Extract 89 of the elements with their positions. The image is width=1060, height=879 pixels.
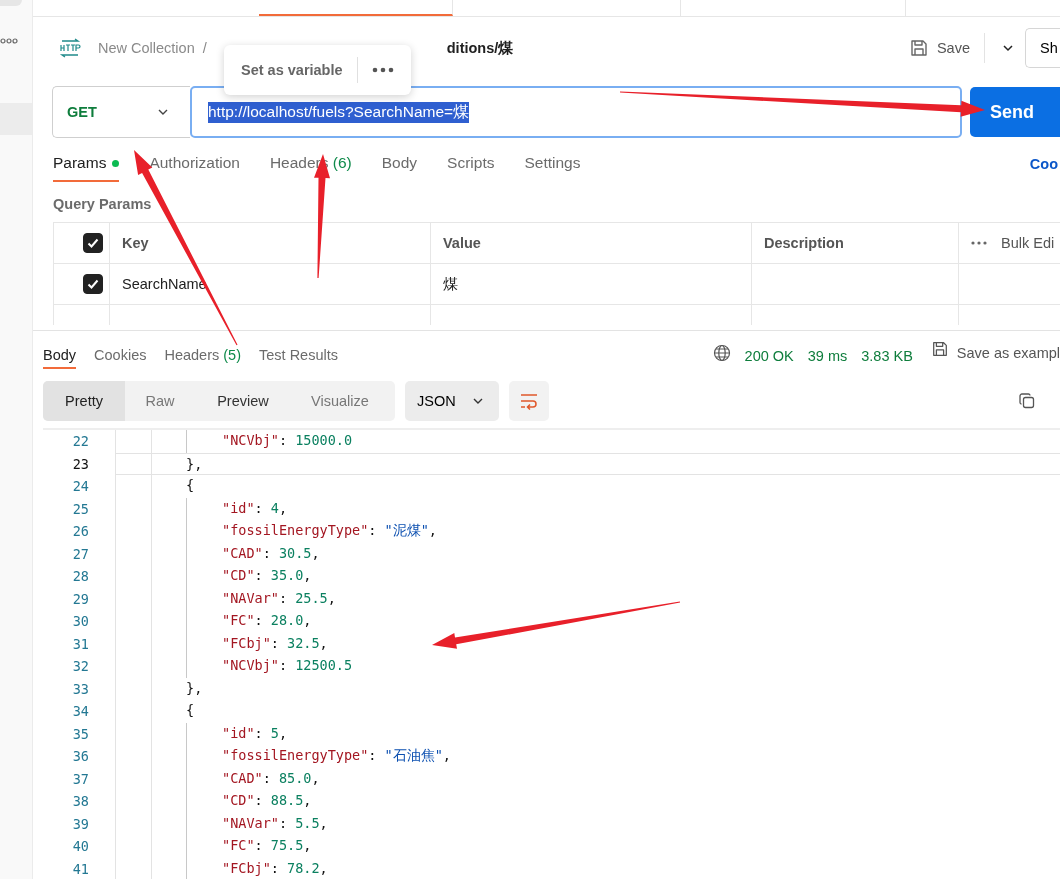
code-link[interactable]: Coo [1029, 156, 1058, 182]
view-tab[interactable]: Preview [195, 381, 291, 421]
copy-icon[interactable] [1018, 392, 1036, 410]
line-number: 28 [71, 567, 90, 586]
method-select[interactable]: GET [52, 86, 190, 138]
code-line: "id": 5, [222, 723, 288, 743]
code-line: { [186, 701, 195, 720]
line-number: 41 [71, 859, 90, 879]
save-label: Save [936, 40, 970, 56]
breadcrumb-separator: / [202, 40, 207, 56]
line-number: 29 [71, 589, 90, 609]
bulk-edit-link[interactable]: Bulk Edi [1001, 235, 1055, 251]
line-number: 37 [71, 769, 90, 789]
code-line: }, [186, 454, 203, 474]
line-number: 40 [71, 837, 90, 856]
line-number: 22 [71, 432, 90, 451]
column-header: Value [431, 223, 752, 263]
collection-link[interactable]: New Collection [98, 40, 195, 56]
tab[interactable]: Test Results [259, 347, 338, 369]
tab[interactable]: Headers (5) [164, 347, 241, 369]
code-line: "NCVbj": 12500.5 [222, 656, 353, 675]
code-line: "FC": 28.0, [222, 611, 312, 630]
line-number: 38 [71, 792, 90, 811]
more-icon[interactable] [0, 38, 18, 44]
save-as-example-label: Save as exampl [956, 344, 1060, 361]
wrap-icon [519, 392, 539, 410]
code-line: "FC": 75.5, [222, 836, 312, 855]
tab[interactable]: Body [381, 154, 418, 182]
line-number: 33 [71, 679, 90, 699]
status-code[interactable]: 200 OK [744, 348, 794, 369]
code-line: "CAD": 85.0, [222, 768, 320, 788]
more-icon[interactable] [971, 241, 987, 245]
wrap-button[interactable] [509, 381, 549, 421]
send-button[interactable]: Send [970, 87, 1060, 137]
checkbox[interactable] [82, 233, 103, 253]
save-icon [908, 38, 929, 58]
response-size[interactable]: 3.83 KB [861, 348, 913, 369]
line-number: 36 [71, 747, 90, 766]
code-line: "NAVar": 5.5, [222, 813, 328, 833]
save-as-example-button[interactable]: Save as exampl [930, 340, 1060, 369]
tab[interactable]: Authorization [149, 154, 240, 182]
code-line: { [186, 476, 195, 495]
globe-icon[interactable] [712, 344, 731, 362]
line-number: 23 [71, 454, 90, 474]
column-header: Description [752, 223, 959, 263]
response-time[interactable]: 39 ms [807, 348, 848, 369]
code-line: "fossilEnergyType": "泥煤", [222, 521, 437, 540]
tab[interactable]: Cookies [94, 347, 147, 369]
line-number: 39 [71, 814, 90, 834]
code-line: "NCVbj": 15000.0 [222, 431, 353, 450]
format-select[interactable]: JSON [405, 381, 499, 421]
tab[interactable]: Scripts [447, 154, 495, 182]
section-title: Query Params [52, 195, 153, 214]
checkbox[interactable] [82, 274, 103, 294]
line-number: 32 [71, 657, 90, 676]
line-number: 27 [71, 544, 90, 564]
table-cell: 煤 [431, 264, 752, 304]
code-line: }, [186, 678, 203, 698]
line-number: 26 [71, 522, 90, 541]
code-line: "CAD": 30.5, [222, 543, 320, 563]
line-number: 34 [71, 702, 90, 721]
more-icon[interactable] [371, 67, 394, 73]
line-number: 35 [71, 724, 90, 744]
code-line: "fossilEnergyType": "石油焦", [222, 746, 451, 765]
code-line: "CD": 35.0, [222, 566, 312, 585]
http-icon [58, 38, 82, 58]
save-icon [930, 340, 949, 358]
save-button[interactable]: Save [900, 38, 978, 58]
code-line: "NAVar": 25.5, [222, 588, 336, 608]
line-number: 31 [71, 634, 90, 654]
tab[interactable]: Body [43, 347, 77, 369]
tab[interactable]: Settings [524, 154, 581, 182]
line-number: 30 [71, 612, 90, 631]
view-tab[interactable]: Visualize [291, 381, 389, 421]
request-title: ditions/煤 [446, 38, 514, 58]
code-line: "id": 4, [222, 498, 288, 518]
view-tab[interactable]: Raw [125, 381, 195, 421]
check-icon [85, 236, 100, 250]
set-as-variable-option[interactable]: Set as variable [241, 62, 343, 78]
check-icon [85, 277, 100, 291]
request-tab[interactable] [259, 0, 453, 16]
tab[interactable]: Params [53, 154, 120, 182]
share-button[interactable]: Sh [1025, 28, 1060, 68]
code-line: "FCbj": 32.5, [222, 633, 328, 653]
code-line: "FCbj": 78.2, [222, 858, 328, 878]
line-number: 25 [71, 499, 90, 519]
view-tab[interactable]: Pretty [43, 381, 125, 421]
line-number: 24 [71, 477, 90, 496]
code-line: "CD": 88.5, [222, 791, 312, 810]
